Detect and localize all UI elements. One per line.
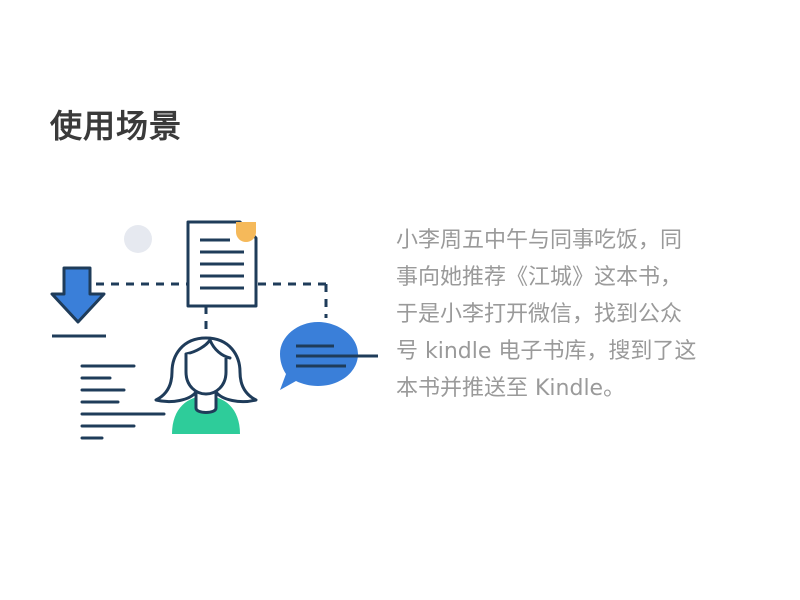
document-icon (186, 220, 258, 308)
text-lines-decoration (80, 364, 166, 440)
download-arrow-icon (50, 266, 106, 338)
person-icon (154, 336, 258, 434)
scenario-illustration (50, 220, 378, 440)
page-title: 使用场景 (50, 107, 183, 145)
chat-bubble-icon (280, 322, 378, 390)
scenario-description: 小李周五中午与同事吃饭，同 事向她推荐《江城》这本书， 于是小李打开微信，找到公… (396, 222, 752, 407)
decorative-circle (124, 225, 152, 253)
description-line: 于是小李打开微信，找到公众 (396, 302, 683, 327)
description-line: 小李周五中午与同事吃饭，同 (396, 228, 683, 253)
description-line: 号 kindle 电子书库，搜到了这 (396, 339, 697, 364)
description-line: 本书并推送至 Kindle。 (396, 376, 626, 401)
description-line: 事向她推荐《江城》这本书， (396, 265, 683, 290)
